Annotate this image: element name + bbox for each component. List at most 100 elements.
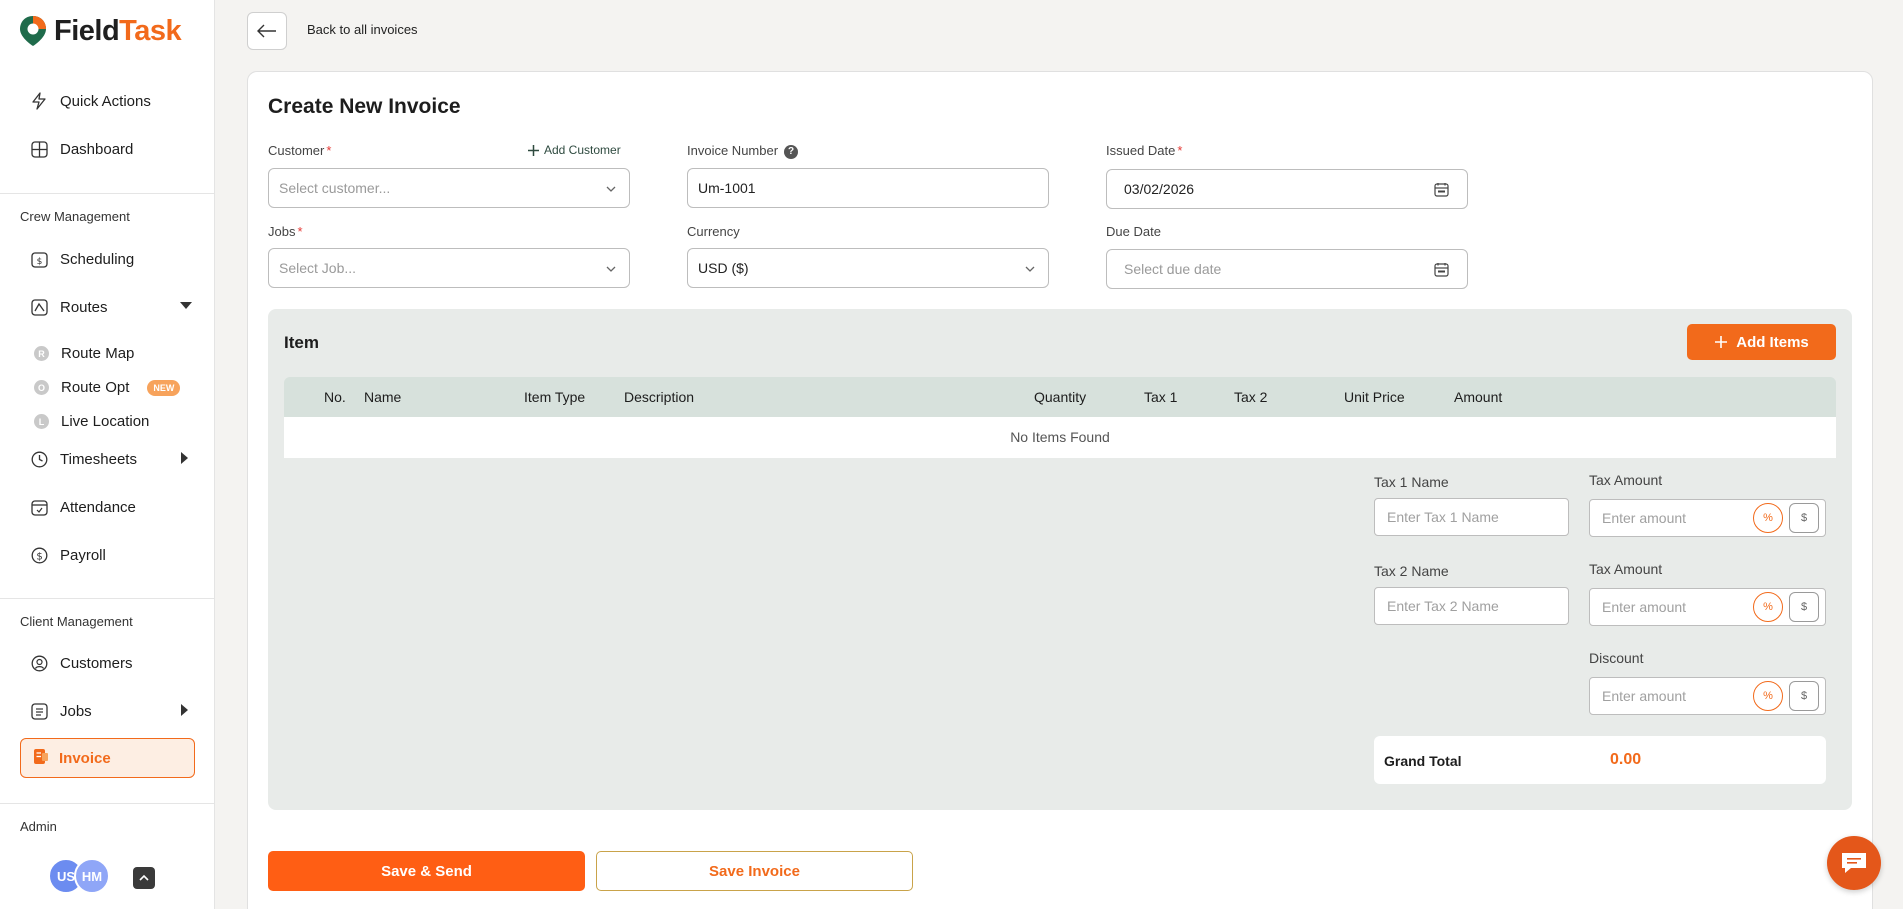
tax1-name-label: Tax 1 Name bbox=[1374, 474, 1449, 490]
add-items-button[interactable]: Add Items bbox=[1687, 324, 1836, 360]
attendance-calendar-icon bbox=[30, 498, 48, 516]
plus-icon bbox=[528, 144, 539, 156]
invoice-number-label: Invoice Number? bbox=[687, 143, 799, 159]
column-header: Name bbox=[364, 389, 402, 405]
sidebar-item-label: Attendance bbox=[60, 498, 136, 516]
avatar[interactable]: HM bbox=[74, 858, 110, 894]
sidebar-item-label: Payroll bbox=[60, 546, 106, 564]
dashboard-icon bbox=[30, 140, 48, 158]
sidebar-item-label: Jobs bbox=[60, 702, 92, 720]
tax1-amount-label: Tax Amount bbox=[1589, 472, 1663, 488]
jobs-icon bbox=[30, 702, 48, 720]
invoice-number-field[interactable]: Um-1001 bbox=[687, 168, 1049, 208]
route-map-icon: R bbox=[34, 346, 49, 361]
calendar-icon[interactable] bbox=[1434, 182, 1449, 197]
divider bbox=[0, 803, 214, 804]
jobs-select[interactable]: Select Job... bbox=[268, 248, 630, 288]
sidebar-item-dashboard[interactable]: Dashboard bbox=[30, 140, 133, 158]
grand-total-label: Grand Total bbox=[1384, 753, 1462, 769]
save-and-send-button[interactable]: Save & Send bbox=[268, 851, 585, 891]
currency-select[interactable]: USD ($) bbox=[687, 248, 1049, 288]
column-header: Tax 1 bbox=[1144, 389, 1178, 405]
help-icon: ? bbox=[784, 144, 799, 159]
sidebar-item-label: Quick Actions bbox=[60, 92, 151, 110]
payroll-icon: $ bbox=[30, 546, 48, 564]
sidebar-item-label: Live Location bbox=[61, 413, 150, 430]
sidebar-item-label: Timesheets bbox=[60, 450, 137, 468]
calendar-dollar-icon: $ bbox=[30, 250, 48, 268]
sidebar-item-live-location[interactable]: L Live Location bbox=[34, 413, 149, 430]
page-title: Create New Invoice bbox=[268, 95, 461, 118]
dollar-toggle[interactable]: $ bbox=[1789, 681, 1819, 711]
percent-toggle[interactable]: % bbox=[1753, 503, 1783, 533]
bolt-icon bbox=[30, 92, 48, 110]
expand-up-button[interactable] bbox=[133, 867, 155, 889]
back-link[interactable]: Back to all invoices bbox=[307, 22, 418, 37]
column-header: No. bbox=[324, 389, 346, 405]
sidebar-item-label: Routes bbox=[60, 298, 108, 316]
arrow-left-icon bbox=[257, 24, 276, 38]
chevron-right-icon[interactable] bbox=[181, 452, 188, 464]
tax2-name-label: Tax 2 Name bbox=[1374, 563, 1449, 579]
clock-icon bbox=[30, 450, 48, 468]
section-admin: Admin bbox=[20, 819, 57, 834]
plus-icon bbox=[1715, 336, 1728, 348]
logo-pin-icon bbox=[20, 16, 46, 46]
sidebar-item-label: Customers bbox=[60, 654, 133, 672]
tax2-name-input[interactable]: Enter Tax 2 Name bbox=[1374, 587, 1569, 625]
empty-state: No Items Found bbox=[1010, 429, 1110, 445]
invoice-icon bbox=[33, 748, 49, 769]
save-invoice-button[interactable]: Save Invoice bbox=[596, 851, 913, 891]
route-icon bbox=[30, 298, 48, 316]
sidebar-item-label: Invoice bbox=[59, 749, 111, 767]
chevron-right-icon[interactable] bbox=[181, 704, 188, 716]
brand-logo[interactable]: FieldTask bbox=[18, 14, 182, 48]
divider bbox=[0, 598, 214, 599]
tax1-name-input[interactable]: Enter Tax 1 Name bbox=[1374, 498, 1569, 536]
due-date-label: Due Date bbox=[1106, 224, 1161, 239]
back-button[interactable] bbox=[247, 12, 287, 50]
column-header: Description bbox=[624, 389, 695, 405]
chat-button[interactable] bbox=[1827, 836, 1881, 890]
svg-text:$: $ bbox=[36, 257, 42, 267]
tax2-amount-label: Tax Amount bbox=[1589, 561, 1663, 577]
sidebar-item-attendance[interactable]: Attendance bbox=[30, 498, 136, 516]
dollar-toggle[interactable]: $ bbox=[1789, 592, 1819, 622]
issued-date-label: Issued Date * bbox=[1106, 143, 1183, 158]
chat-icon bbox=[1842, 853, 1866, 873]
due-date-field[interactable]: Select due date bbox=[1106, 249, 1468, 289]
column-header: Amount bbox=[1454, 389, 1503, 405]
grand-total-value: 0.00 bbox=[1610, 751, 1642, 768]
customer-label: Customer * bbox=[268, 143, 332, 158]
new-badge: NEW bbox=[147, 379, 181, 396]
sidebar-item-invoice[interactable]: Invoice bbox=[20, 738, 195, 778]
section-client-management: Client Management bbox=[20, 614, 133, 629]
sidebar-item-label: Route Opt bbox=[61, 379, 130, 396]
percent-toggle[interactable]: % bbox=[1753, 592, 1783, 622]
sidebar-item-route-map[interactable]: R Route Map bbox=[34, 345, 134, 362]
customer-icon bbox=[30, 654, 48, 672]
sidebar-item-jobs[interactable]: Jobs bbox=[30, 702, 92, 720]
sidebar-item-scheduling[interactable]: $ Scheduling bbox=[30, 250, 134, 268]
sidebar-item-timesheets[interactable]: Timesheets bbox=[30, 450, 137, 468]
chevron-down-icon[interactable] bbox=[180, 302, 192, 309]
user-avatars[interactable]: US HM bbox=[48, 858, 110, 894]
discount-label: Discount bbox=[1589, 650, 1644, 666]
items-table-header: No. Name Item Type Description Quantity … bbox=[284, 377, 1836, 417]
sidebar-item-quick-actions[interactable]: Quick Actions bbox=[30, 92, 151, 110]
sidebar-item-customers[interactable]: Customers bbox=[30, 654, 133, 672]
sidebar-item-routes[interactable]: Routes bbox=[30, 298, 192, 316]
customer-select[interactable]: Select customer... bbox=[268, 168, 630, 208]
sidebar-item-route-opt[interactable]: O Route Opt NEW bbox=[34, 379, 181, 396]
items-title: Item bbox=[284, 333, 319, 352]
sidebar-item-label: Dashboard bbox=[60, 140, 134, 158]
column-header: Tax 2 bbox=[1234, 389, 1268, 405]
sidebar-item-payroll[interactable]: $ Payroll bbox=[30, 546, 106, 564]
section-crew-management: Crew Management bbox=[20, 209, 130, 224]
dollar-toggle[interactable]: $ bbox=[1789, 503, 1819, 533]
jobs-label: Jobs * bbox=[268, 224, 303, 239]
calendar-icon[interactable] bbox=[1434, 262, 1449, 277]
add-customer-button[interactable]: Add Customer bbox=[527, 143, 621, 157]
percent-toggle[interactable]: % bbox=[1753, 681, 1783, 711]
issued-date-field[interactable]: 03/02/2026 bbox=[1106, 169, 1468, 209]
